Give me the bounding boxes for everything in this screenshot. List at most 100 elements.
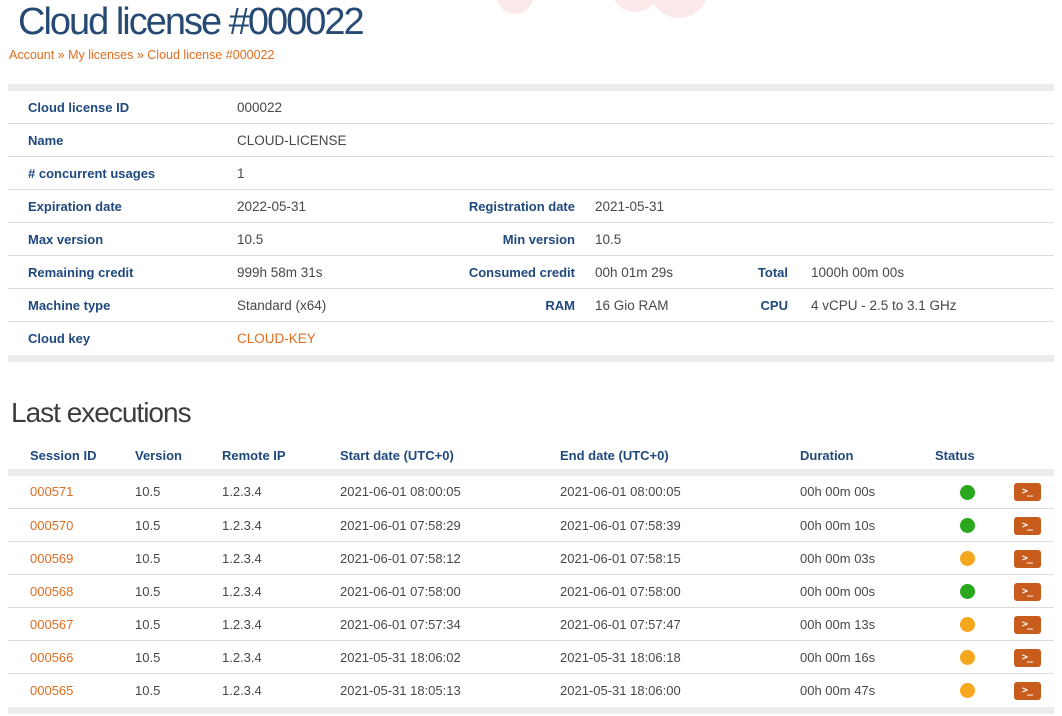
terminal-icon: >_ <box>1022 685 1032 696</box>
column-header-duration: Duration <box>790 443 935 469</box>
breadcrumb-link-account[interactable]: Account <box>9 48 54 62</box>
cell-remote-ip: 1.2.3.4 <box>217 575 335 608</box>
detail-value-machine-type: Standard (x64) <box>229 289 465 322</box>
cell-console: >_ <box>1000 641 1054 674</box>
detail-row: Cloud key CLOUD-KEY <box>8 322 1054 355</box>
detail-value-remaining-credit: 999h 58m 31s <box>229 256 465 289</box>
status-dot-orange <box>960 650 975 665</box>
cell-status <box>935 509 1000 542</box>
detail-value-total: 1000h 00m 00s <box>788 256 1054 289</box>
detail-label-consumed-credit: Consumed credit <box>465 256 575 289</box>
page-title: Cloud license #000022 <box>18 0 1062 44</box>
cloud-key-link[interactable]: CLOUD-KEY <box>237 331 316 346</box>
session-link[interactable]: 000570 <box>30 518 73 533</box>
breadcrumb-link-cloud-license-000022[interactable]: Cloud license #000022 <box>147 48 274 62</box>
status-dot-green <box>960 518 975 533</box>
cell-duration: 00h 00m 47s <box>790 674 935 707</box>
cell-session-id: 000567 <box>8 608 130 641</box>
detail-label-cloud-key: Cloud key <box>8 322 229 355</box>
cell-version: 10.5 <box>130 542 217 575</box>
cell-duration: 00h 00m 10s <box>790 509 935 542</box>
detail-label-cloud-license-id: Cloud license ID <box>8 91 229 124</box>
cell-status <box>935 575 1000 608</box>
cell-remote-ip: 1.2.3.4 <box>217 641 335 674</box>
detail-value-name: CLOUD-LICENSE <box>229 124 1054 157</box>
cell-remote-ip: 1.2.3.4 <box>217 608 335 641</box>
detail-value-cloud-license-id: 000022 <box>229 91 1054 124</box>
cell-console: >_ <box>1000 542 1054 575</box>
cell-console: >_ <box>1000 476 1054 509</box>
detail-row: # concurrent usages1 <box>8 157 1054 190</box>
session-link[interactable]: 000566 <box>30 650 73 665</box>
cell-end-date: 2021-06-01 07:58:39 <box>555 509 790 542</box>
detail-value-consumed-credit: 00h 01m 29s <box>575 256 740 289</box>
cell-duration: 00h 00m 00s <box>790 575 935 608</box>
cell-duration: 00h 00m 00s <box>790 476 935 509</box>
column-header-session-id: Session ID <box>8 443 130 469</box>
status-dot-orange <box>960 617 975 632</box>
detail-label-concurrent-usages: # concurrent usages <box>8 157 229 190</box>
detail-value-registration-date: 2021-05-31 <box>575 190 1054 223</box>
session-link[interactable]: 000568 <box>30 584 73 599</box>
terminal-icon: >_ <box>1022 553 1032 564</box>
cell-start-date: 2021-05-31 18:06:02 <box>335 641 555 674</box>
console-button[interactable]: >_ <box>1014 649 1041 667</box>
cell-duration: 00h 00m 16s <box>790 641 935 674</box>
cell-session-id: 000566 <box>8 641 130 674</box>
column-header-start-date-utc-0: Start date (UTC+0) <box>335 443 555 469</box>
executions-heading: Last executions <box>11 398 1062 429</box>
detail-row: Remaining credit999h 58m 31sConsumed cre… <box>8 256 1054 289</box>
table-row: 00057110.51.2.3.42021-06-01 08:00:052021… <box>8 476 1054 509</box>
cell-end-date: 2021-05-31 18:06:18 <box>555 641 790 674</box>
detail-value-expiration-date: 2022-05-31 <box>229 190 465 223</box>
cell-session-id: 000571 <box>8 476 130 509</box>
table-row: 00056610.51.2.3.42021-05-31 18:06:022021… <box>8 641 1054 674</box>
table-row: 00056510.51.2.3.42021-05-31 18:05:132021… <box>8 674 1054 707</box>
cell-end-date: 2021-06-01 07:58:15 <box>555 542 790 575</box>
cell-start-date: 2021-06-01 07:58:00 <box>335 575 555 608</box>
detail-label-max-version: Max version <box>8 223 229 256</box>
cell-status <box>935 608 1000 641</box>
session-link[interactable]: 000567 <box>30 617 73 632</box>
detail-value-cpu: 4 vCPU - 2.5 to 3.1 GHz <box>788 289 1054 322</box>
console-button[interactable]: >_ <box>1014 550 1041 568</box>
cell-remote-ip: 1.2.3.4 <box>217 476 335 509</box>
table-cap-strip <box>8 355 1054 362</box>
cell-status <box>935 476 1000 509</box>
console-button[interactable]: >_ <box>1014 483 1041 501</box>
table-cap <box>8 707 1054 714</box>
cell-duration: 00h 00m 13s <box>790 608 935 641</box>
detail-label-ram: RAM <box>465 289 575 322</box>
detail-value-concurrent-usages: 1 <box>229 157 1054 190</box>
console-button[interactable]: >_ <box>1014 517 1041 535</box>
console-button[interactable]: >_ <box>1014 583 1041 601</box>
detail-row: Machine typeStandard (x64)RAM16 Gio RAMC… <box>8 289 1054 322</box>
breadcrumb-link-my-licenses[interactable]: My licenses <box>68 48 133 62</box>
cell-start-date: 2021-06-01 07:58:12 <box>335 542 555 575</box>
breadcrumb-separator: » <box>54 48 68 62</box>
cell-console: >_ <box>1000 608 1054 641</box>
cell-console: >_ <box>1000 674 1054 707</box>
session-link[interactable]: 000565 <box>30 683 73 698</box>
cell-start-date: 2021-06-01 07:58:29 <box>335 509 555 542</box>
executions-header-row: Session IDVersionRemote IPStart date (UT… <box>8 443 1054 469</box>
session-link[interactable]: 000571 <box>30 484 73 499</box>
cell-status <box>935 641 1000 674</box>
detail-label-machine-type: Machine type <box>8 289 229 322</box>
table-cap-strip <box>8 84 1054 91</box>
console-button[interactable]: >_ <box>1014 682 1041 700</box>
detail-row: Cloud license ID000022 <box>8 91 1054 124</box>
terminal-icon: >_ <box>1022 652 1032 663</box>
cell-session-id: 000565 <box>8 674 130 707</box>
column-header-version: Version <box>130 443 217 469</box>
terminal-icon: >_ <box>1022 619 1032 630</box>
cell-session-id: 000570 <box>8 509 130 542</box>
console-button[interactable]: >_ <box>1014 616 1041 634</box>
cell-end-date: 2021-06-01 08:00:05 <box>555 476 790 509</box>
terminal-icon: >_ <box>1022 486 1032 497</box>
cell-version: 10.5 <box>130 575 217 608</box>
breadcrumb-separator: » <box>133 48 147 62</box>
cell-session-id: 000569 <box>8 542 130 575</box>
session-link[interactable]: 000569 <box>30 551 73 566</box>
cell-duration: 00h 00m 03s <box>790 542 935 575</box>
